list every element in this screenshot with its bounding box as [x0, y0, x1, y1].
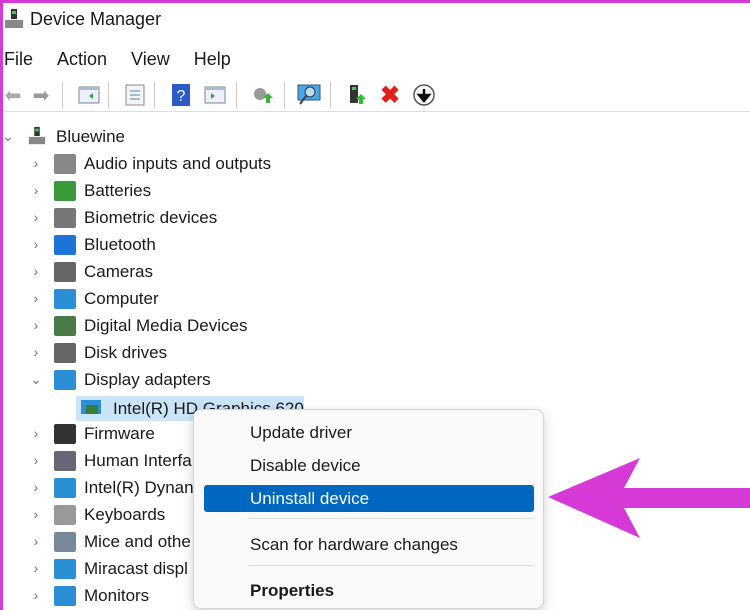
show-action-pane-icon[interactable]: [202, 82, 228, 108]
tree-category-bluetooth[interactable]: Bluetooth: [84, 232, 156, 258]
cameras-icon: [54, 262, 76, 282]
computer-root-icon: [28, 126, 46, 145]
digital-media-devices-icon: [54, 316, 76, 336]
menu-help[interactable]: Help: [194, 49, 231, 70]
toolbar: ⬅ ➡ ? ✖: [0, 78, 750, 112]
bluetooth-icon: [54, 235, 76, 255]
menu-separator: [249, 518, 534, 519]
expand-chevron-icon[interactable]: ›: [30, 263, 42, 279]
properties-icon[interactable]: [122, 82, 148, 108]
expand-chevron-icon[interactable]: ›: [30, 236, 42, 252]
tree-category-display-adapters[interactable]: Display adapters: [84, 367, 211, 393]
expand-chevron-icon[interactable]: ›: [30, 452, 42, 468]
tree-category-keyboards[interactable]: Keyboards: [84, 502, 165, 528]
intel-r-dynan-icon: [54, 478, 76, 498]
expand-chevron-icon[interactable]: ›: [30, 425, 42, 441]
tree-category-mice-and-othe[interactable]: Mice and othe: [84, 529, 191, 555]
human-interfa-icon: [54, 451, 76, 471]
expand-chevron-icon[interactable]: ›: [30, 290, 42, 306]
tree-category-miracast-displ[interactable]: Miracast displ: [84, 556, 188, 582]
tree-category-firmware[interactable]: Firmware: [84, 421, 155, 447]
window-title: Device Manager: [30, 9, 162, 29]
tree-category-batteries[interactable]: Batteries: [84, 178, 151, 204]
menu-bar: File Action View Help: [4, 49, 255, 70]
tree-category-biometric-devices[interactable]: Biometric devices: [84, 205, 217, 231]
menu-item-uninstall-device[interactable]: Uninstall device: [204, 485, 534, 512]
biometric-devices-icon: [54, 208, 76, 228]
expand-chevron-icon[interactable]: ›: [30, 155, 42, 171]
uninstall-icon[interactable]: ✖: [377, 82, 403, 109]
tree-category-digital-media-devices[interactable]: Digital Media Devices: [84, 313, 247, 339]
menu-item-scan-hardware[interactable]: Scan for hardware changes: [204, 531, 534, 558]
help-icon[interactable]: ?: [168, 82, 194, 108]
menu-view[interactable]: View: [131, 49, 170, 70]
expand-chevron-icon[interactable]: ›: [30, 587, 42, 603]
device-manager-app-icon: [5, 9, 23, 28]
menu-item-properties[interactable]: Properties: [204, 577, 534, 604]
expand-chevron-icon[interactable]: ›: [30, 506, 42, 522]
tree-category-cameras[interactable]: Cameras: [84, 259, 153, 285]
annotation-arrow-icon: [548, 458, 750, 538]
collapse-chevron-icon[interactable]: ⌄: [2, 128, 14, 145]
scan-hardware-icon[interactable]: [296, 82, 322, 108]
expand-chevron-icon[interactable]: ›: [30, 209, 42, 225]
tree-category-disk-drives[interactable]: Disk drives: [84, 340, 167, 366]
tree-category-monitors[interactable]: Monitors: [84, 583, 149, 609]
enable-device-icon[interactable]: [344, 82, 370, 108]
expand-chevron-icon[interactable]: ›: [30, 533, 42, 549]
tree-category-computer[interactable]: Computer: [84, 286, 159, 312]
keyboards-icon: [54, 505, 76, 525]
forward-icon[interactable]: ➡: [28, 82, 54, 108]
svg-text:?: ?: [177, 88, 186, 105]
batteries-icon: [54, 181, 76, 201]
mice-and-othe-icon: [54, 532, 76, 552]
tree-category-human-interfa[interactable]: Human Interfa: [84, 448, 192, 474]
audio-inputs-and-outputs-icon: [54, 154, 76, 174]
firmware-icon: [54, 424, 76, 444]
update-driver-icon[interactable]: [250, 82, 276, 108]
tree-root-bluewine[interactable]: Bluewine: [56, 124, 125, 150]
expand-chevron-icon[interactable]: ›: [30, 182, 42, 198]
miracast-displ-icon: [54, 559, 76, 579]
expand-chevron-icon[interactable]: ›: [30, 479, 42, 495]
computer-icon: [54, 289, 76, 309]
menu-separator: [249, 565, 534, 566]
disk-drives-icon: [54, 343, 76, 363]
tree-category-audio-inputs-and-outputs[interactable]: Audio inputs and outputs: [84, 151, 271, 177]
menu-file[interactable]: File: [4, 49, 33, 70]
disable-device-icon[interactable]: [411, 82, 437, 108]
monitors-icon: [54, 586, 76, 606]
context-menu: Update driver Disable device Uninstall d…: [193, 409, 544, 609]
expand-chevron-icon[interactable]: ›: [30, 560, 42, 576]
menu-item-disable-device[interactable]: Disable device: [204, 452, 534, 479]
tree-category-intel-r-dynan[interactable]: Intel(R) Dynan: [84, 475, 194, 501]
collapse-chevron-icon[interactable]: ⌄: [30, 371, 42, 388]
back-icon[interactable]: ⬅: [0, 82, 26, 108]
display-adapter-icon: [81, 400, 101, 414]
expand-chevron-icon[interactable]: ›: [30, 317, 42, 333]
menu-item-update-driver[interactable]: Update driver: [204, 419, 534, 446]
expand-chevron-icon[interactable]: ›: [30, 344, 42, 360]
display-adapters-icon: [54, 370, 76, 390]
show-hide-console-tree-icon[interactable]: [76, 82, 102, 108]
menu-action[interactable]: Action: [57, 49, 107, 70]
